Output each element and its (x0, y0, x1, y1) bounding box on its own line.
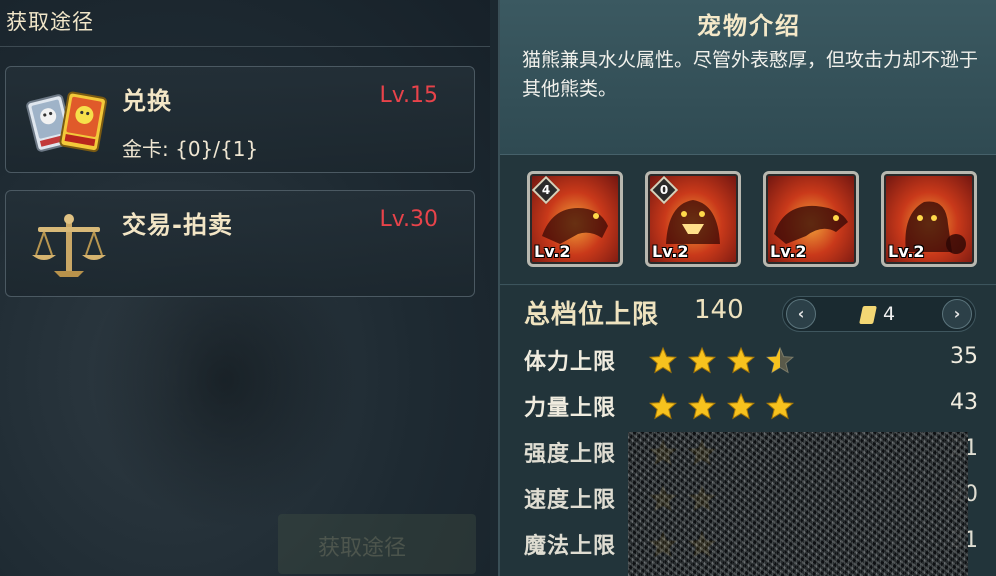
chevron-right-icon[interactable]: › (942, 299, 972, 329)
pet-description: 猫熊兼具水火属性。尽管外表憨厚，但攻击力却不逊于其他熊类。 (522, 49, 979, 100)
stat-row-stamina: 体力上限 35 (500, 340, 996, 380)
stat-name: 强度上限 (524, 442, 617, 467)
source-name: 交易-拍卖 (122, 211, 233, 239)
grade-pager: ‹ 4 › (782, 296, 976, 332)
stat-row-strength: 力量上限 43 (500, 386, 996, 426)
acquisition-button[interactable]: 获取途径 (278, 514, 476, 574)
source-detail: 金卡: {0}/{1} (122, 137, 259, 161)
source-card-trade[interactable]: 交易-拍卖 Lv.30 (5, 190, 475, 297)
cap-label: 总档位上限 (524, 300, 660, 330)
acquisition-button-label: 获取途径 (318, 536, 407, 561)
star-icon (648, 392, 678, 420)
fire-roar-skill-icon[interactable]: 0 Lv.2 (645, 171, 741, 267)
acquisition-panel: 获取途径 兑换 Lv.15 金卡: {0}/{1} 交易-拍卖 Lv.30 获取… (0, 0, 490, 576)
half-star-icon (765, 346, 795, 374)
skill-level: Lv.2 (534, 242, 571, 261)
source-card-exchange[interactable]: 兑换 Lv.15 金卡: {0}/{1} (5, 66, 475, 173)
cap-value: 140 (694, 295, 744, 325)
star-icon (648, 346, 678, 374)
stat-value: 35 (950, 344, 978, 369)
star-icon (726, 392, 756, 420)
skill-level: Lv.2 (888, 242, 925, 261)
star-icon (687, 392, 717, 420)
pet-intro-header: 宠物介绍 猫熊兼具水火属性。尽管外表憨厚，但攻击力却不逊于其他熊类。 (500, 0, 996, 155)
card-ticket-icon (859, 306, 877, 324)
source-level: Lv.30 (379, 207, 438, 232)
flame-guard-skill-icon[interactable]: Lv.2 (881, 171, 977, 267)
balance-scale-icon (24, 205, 114, 285)
title-divider (0, 46, 490, 47)
stat-value: 43 (950, 390, 978, 415)
skills-row: 4 Lv.2 0 Lv.2 Lv.2 Lv.2 (500, 155, 996, 285)
acquisition-title: 获取途径 (6, 10, 94, 34)
fire-bear-skill-icon[interactable]: 4 Lv.2 (527, 171, 623, 267)
star-icon (687, 346, 717, 374)
star-icon (765, 392, 795, 420)
star-icon (726, 346, 756, 374)
skill-level: Lv.2 (770, 242, 807, 261)
stat-name: 体力上限 (524, 350, 617, 375)
star-rating (648, 392, 804, 422)
fire-charge-skill-icon[interactable]: Lv.2 (763, 171, 859, 267)
stat-name: 力量上限 (524, 396, 617, 421)
chevron-left-icon[interactable]: ‹ (786, 299, 816, 329)
noise-overlay (628, 432, 968, 576)
pager-count: 4 (883, 303, 896, 325)
source-name: 兑换 (122, 87, 172, 115)
stat-name: 速度上限 (524, 488, 617, 513)
card-exchange-icon (24, 81, 114, 161)
stat-name: 魔法上限 (524, 534, 617, 559)
source-level: Lv.15 (379, 83, 438, 108)
star-rating (648, 346, 804, 376)
pet-intro-title: 宠物介绍 (697, 12, 801, 40)
skill-level: Lv.2 (652, 242, 689, 261)
